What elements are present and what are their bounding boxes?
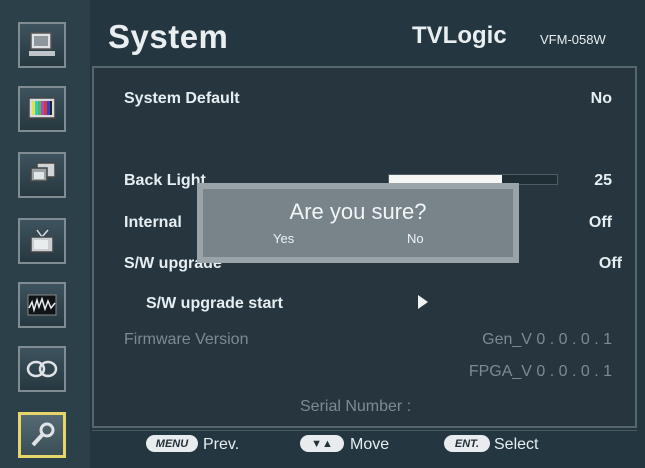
system-default-label[interactable]: System Default bbox=[124, 90, 240, 108]
sidebar-item-scope[interactable] bbox=[18, 282, 66, 328]
tv-icon bbox=[30, 229, 54, 253]
internal-label[interactable]: Internal bbox=[124, 214, 182, 232]
confirm-no-button[interactable]: No bbox=[407, 231, 424, 246]
sidebar-item-picture[interactable] bbox=[18, 86, 66, 132]
tools-icon bbox=[31, 422, 55, 447]
confirm-dialog-title: Are you sure? bbox=[289, 199, 427, 224]
firmware-fpga-version: FPGA_V 0 . 0 . 0 . 1 bbox=[468, 363, 612, 380]
confirm-dialog: Are you sure? Yes No bbox=[197, 183, 519, 263]
serial-number-label: Serial Number : bbox=[300, 398, 412, 415]
sidebar-item-system[interactable] bbox=[18, 412, 66, 458]
model-label: VFM-058W bbox=[540, 32, 606, 47]
sidebar-item-loop[interactable] bbox=[18, 346, 66, 392]
sw-upgrade-start-label[interactable]: S/W upgrade start bbox=[146, 295, 283, 313]
select-label: Select bbox=[494, 436, 539, 453]
loop-icon bbox=[26, 360, 58, 378]
waveform-icon bbox=[27, 294, 57, 316]
sidebar-item-input[interactable] bbox=[18, 218, 66, 264]
sw-upgrade-value[interactable]: Off bbox=[560, 255, 622, 273]
confirm-yes-button[interactable]: Yes bbox=[273, 231, 294, 246]
move-label: Move bbox=[350, 436, 390, 453]
brand-logo: TVLogic bbox=[412, 22, 507, 49]
firmware-gen-version: Gen_V 0 . 0 . 0 . 1 bbox=[482, 331, 612, 348]
footer-bar: MENU Prev. ▼▲ Move ENT. Select bbox=[92, 430, 637, 457]
move-key-icon: ▼▲ bbox=[300, 435, 344, 452]
internal-value[interactable]: Off bbox=[560, 214, 612, 232]
page-title: System bbox=[108, 18, 229, 55]
sidebar-item-screens[interactable] bbox=[18, 152, 66, 198]
play-arrow-icon[interactable] bbox=[418, 295, 428, 309]
menu-key-icon: MENU bbox=[146, 435, 198, 452]
monitor-icon bbox=[29, 32, 55, 56]
color-bars-icon bbox=[28, 97, 56, 119]
screen: System TVLogic VFM-058W System Default N… bbox=[0, 0, 645, 468]
sidebar-item-monitor[interactable] bbox=[18, 22, 66, 68]
sidebar bbox=[0, 0, 90, 468]
prev-label: Prev. bbox=[203, 436, 240, 453]
screens-icon bbox=[30, 162, 56, 182]
back-light-value: 25 bbox=[594, 172, 612, 189]
firmware-version-label: Firmware Version bbox=[124, 331, 249, 348]
system-default-value[interactable]: No bbox=[560, 90, 612, 108]
back-light-label[interactable]: Back Light bbox=[124, 172, 206, 190]
enter-key-icon: ENT. bbox=[444, 435, 490, 452]
